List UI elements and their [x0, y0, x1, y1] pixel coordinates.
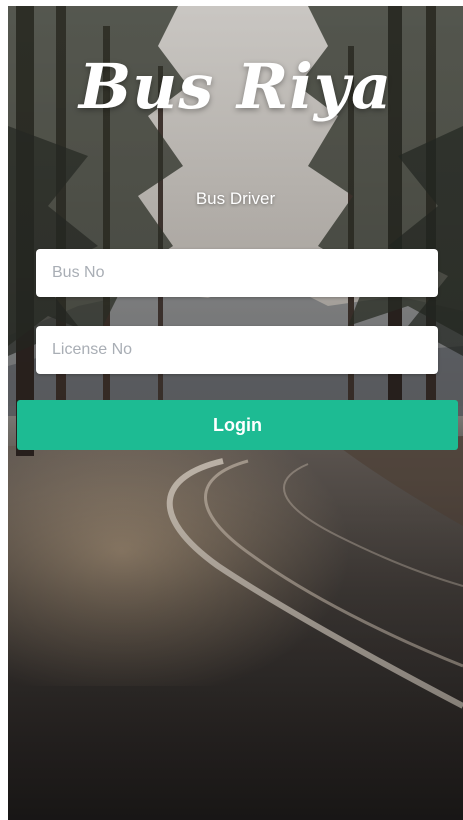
- role-subtitle: Bus Driver: [195, 189, 276, 208]
- bus-no-input[interactable]: [36, 249, 438, 297]
- license-no-input[interactable]: [36, 326, 438, 374]
- login-screen: Bus Riya Bus Driver Login: [8, 6, 463, 820]
- login-button[interactable]: Login: [17, 400, 458, 450]
- app-logo-title: Bus Riya: [78, 50, 393, 123]
